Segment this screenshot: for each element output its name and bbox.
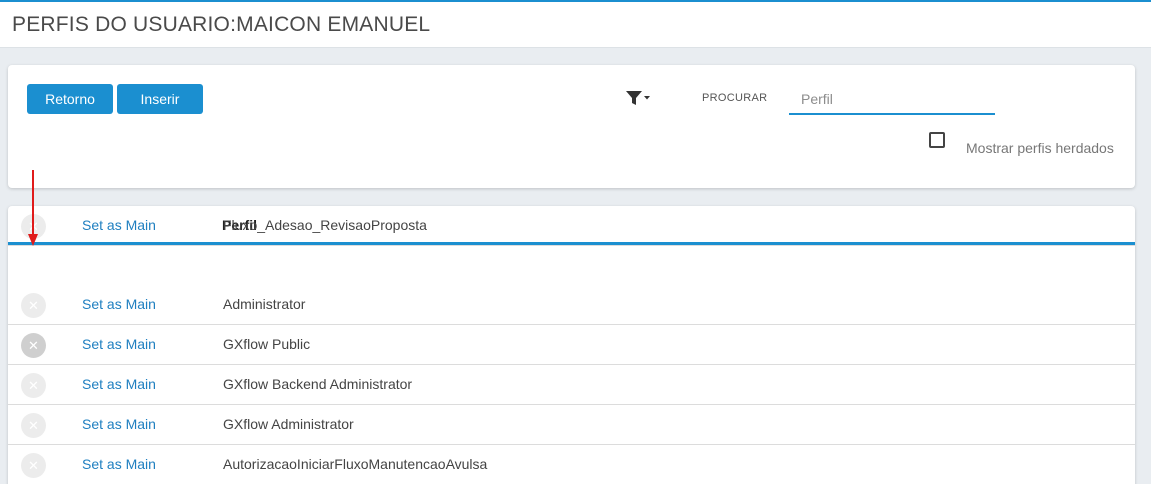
set-as-main-link[interactable]: Set as Main: [82, 456, 156, 472]
remove-icon[interactable]: ✕: [21, 293, 46, 318]
table-row: ✕ Set as Main GXflow Public: [8, 325, 1135, 365]
perfil-name: Fluxo_Adesao_RevisaoProposta: [223, 217, 427, 233]
back-button[interactable]: Retorno: [27, 84, 113, 114]
search-input[interactable]: [789, 85, 995, 115]
table-row: ✕ Set as Main GXflow Administrator: [8, 405, 1135, 445]
perfil-name: GXflow Public: [223, 336, 311, 352]
perfil-name: GXflow Administrator: [223, 416, 354, 432]
annotation-arrow-icon: [28, 170, 38, 246]
set-as-main-link[interactable]: Set as Main: [82, 416, 156, 432]
remove-icon[interactable]: ✕: [21, 413, 46, 438]
search-label: PROCURAR: [702, 92, 768, 104]
filter-icon[interactable]: [625, 89, 651, 107]
remove-icon[interactable]: ✕: [21, 373, 46, 398]
perfil-name: AutorizacaoIniciarFluxoManutencaoAvulsa: [223, 456, 488, 472]
set-as-main-link[interactable]: Set as Main: [82, 376, 156, 392]
set-as-main-link[interactable]: Set as Main: [82, 336, 156, 352]
set-as-main-link[interactable]: Set as Main: [82, 296, 156, 312]
show-inherited-checkbox[interactable]: [929, 132, 945, 148]
table-row: ✕ Set as Main AutorizacaoIniciarFluxoMan…: [8, 445, 1135, 484]
profiles-table: Perfil ✕ Set as Main Administrator ✕ Set…: [8, 206, 1135, 484]
perfil-name: GXflow Backend Administrator: [223, 376, 413, 392]
set-as-main-link[interactable]: Set as Main: [82, 217, 156, 233]
insert-button[interactable]: Inserir: [117, 84, 203, 114]
title-bar: PERFIS DO USUARIO:MAICON EMANUEL: [0, 2, 1151, 48]
remove-icon[interactable]: ✕: [21, 333, 46, 358]
table-row: ✕ Set as Main Administrator: [8, 285, 1135, 325]
show-inherited-label: Mostrar perfis herdados: [966, 140, 1114, 156]
remove-icon[interactable]: ✕: [21, 453, 46, 478]
perfil-name: Administrator: [223, 296, 306, 312]
table-row: ✕ Set as Main GXflow Backend Administrat…: [8, 365, 1135, 405]
table-row: ✕ Set as Main Fluxo_Adesao_RevisaoPropos…: [8, 206, 1135, 246]
filter-panel: Retorno Inserir PROCURAR Mostrar perfis …: [8, 65, 1135, 188]
page-title: PERFIS DO USUARIO:MAICON EMANUEL: [12, 13, 431, 36]
